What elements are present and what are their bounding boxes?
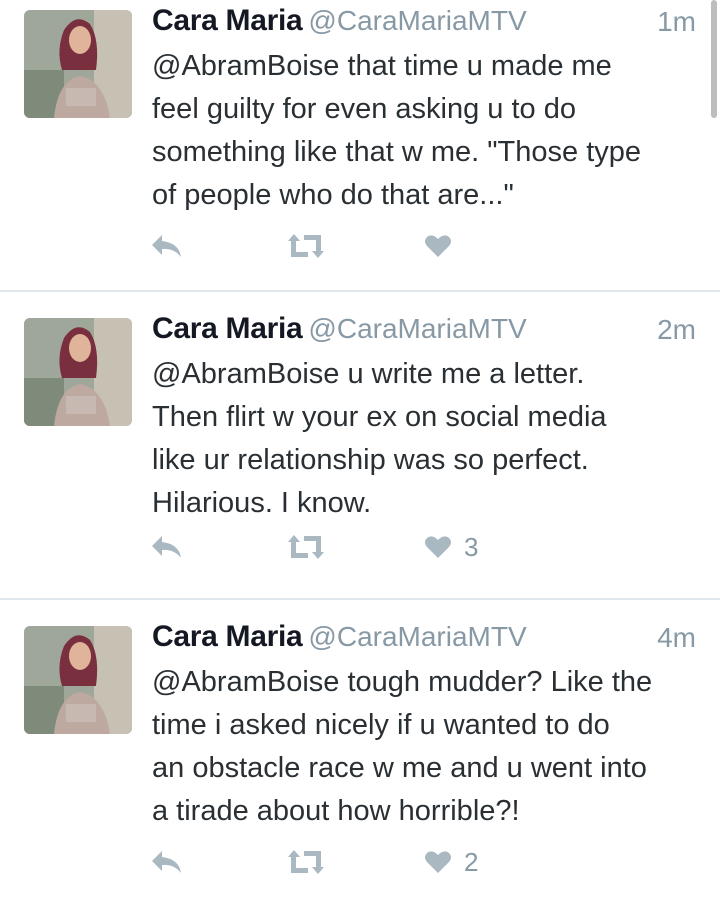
like-button[interactable]: 3 bbox=[424, 529, 478, 565]
tweet-text-line: Then flirt w your ex on social media bbox=[152, 401, 607, 433]
tweet-actions bbox=[150, 228, 550, 264]
tweet-timestamp[interactable]: 1m bbox=[657, 6, 696, 38]
tweet-text: @AbramBoise u write me a letter. Then fl… bbox=[152, 353, 712, 525]
tweet-text-line: @AbramBoise that time u made me bbox=[152, 50, 612, 82]
display-name[interactable]: Cara Maria bbox=[152, 620, 303, 653]
retweet-icon bbox=[288, 234, 324, 258]
retweet-button[interactable] bbox=[286, 844, 326, 880]
tweet-header: Cara Maria @CaraMariaMTV 2m bbox=[152, 312, 696, 352]
user-handle[interactable]: @CaraMariaMTV bbox=[308, 5, 526, 36]
user-handle[interactable]: @CaraMariaMTV bbox=[308, 313, 526, 344]
retweet-button[interactable] bbox=[286, 529, 326, 565]
user-handle[interactable]: @CaraMariaMTV bbox=[308, 621, 526, 652]
tweet-timestamp[interactable]: 4m bbox=[657, 622, 696, 654]
tweet-text-line: a tirade about how horrible?! bbox=[152, 795, 520, 827]
reply-icon bbox=[152, 536, 181, 558]
tweet-text-line: Hilarious. I know. bbox=[152, 487, 372, 519]
tweet[interactable]: Cara Maria @CaraMariaMTV 2m @AbramBoise u… bbox=[0, 292, 720, 600]
reply-icon bbox=[152, 851, 181, 873]
tweet-header: Cara Maria @CaraMariaMTV 1m bbox=[152, 4, 696, 44]
reply-button[interactable] bbox=[150, 529, 184, 565]
tweet-header: Cara Maria @CaraMariaMTV 4m bbox=[152, 620, 696, 660]
retweet-icon bbox=[288, 850, 324, 874]
avatar-image bbox=[24, 626, 132, 734]
heart-icon bbox=[425, 235, 451, 257]
avatar-image bbox=[24, 318, 132, 426]
display-name[interactable]: Cara Maria bbox=[152, 312, 303, 345]
tweet-timestamp[interactable]: 2m bbox=[657, 314, 696, 346]
like-button[interactable]: 2 bbox=[424, 844, 478, 880]
heart-icon bbox=[425, 851, 451, 873]
tweet-actions: 2 bbox=[150, 844, 550, 880]
retweet-icon bbox=[288, 535, 324, 559]
heart-icon bbox=[425, 536, 451, 558]
tweet[interactable]: Cara Maria @CaraMariaMTV 1m @AbramBoise t… bbox=[0, 0, 720, 292]
retweet-button[interactable] bbox=[286, 228, 326, 264]
display-name[interactable]: Cara Maria bbox=[152, 4, 303, 37]
tweet-text-line: @AbramBoise tough mudder? Like the bbox=[152, 666, 653, 698]
tweet[interactable]: Cara Maria @CaraMariaMTV 4m @AbramBoise t… bbox=[0, 600, 720, 901]
tweet-text-line: feel guilty for even asking u to do bbox=[152, 93, 576, 125]
tweet-text-line: like ur relationship was so perfect. bbox=[152, 444, 589, 476]
tweet-text-line: of people who do that are..." bbox=[152, 179, 514, 211]
tweet-text: @AbramBoise that time u made me feel gui… bbox=[152, 45, 712, 217]
reply-button[interactable] bbox=[150, 228, 184, 264]
avatar[interactable] bbox=[24, 10, 132, 118]
reply-button[interactable] bbox=[150, 844, 184, 880]
tweet-text: @AbramBoise tough mudder? Like the time … bbox=[152, 661, 712, 833]
like-button[interactable] bbox=[424, 228, 464, 264]
tweet-text-line: time i asked nicely if u wanted to do bbox=[152, 709, 610, 741]
like-count: 3 bbox=[464, 531, 479, 562]
avatar-image bbox=[24, 10, 132, 118]
tweet-actions: 3 bbox=[150, 529, 550, 565]
tweet-text-line: an obstacle race w me and u went into bbox=[152, 752, 647, 784]
like-count: 2 bbox=[464, 846, 479, 877]
avatar[interactable] bbox=[24, 626, 132, 734]
scrollbar[interactable] bbox=[711, 0, 717, 118]
tweet-text-line: @AbramBoise u write me a letter. bbox=[152, 358, 585, 390]
tweet-text-line: something like that w me. "Those type bbox=[152, 136, 642, 168]
reply-icon bbox=[152, 235, 181, 257]
avatar[interactable] bbox=[24, 318, 132, 426]
